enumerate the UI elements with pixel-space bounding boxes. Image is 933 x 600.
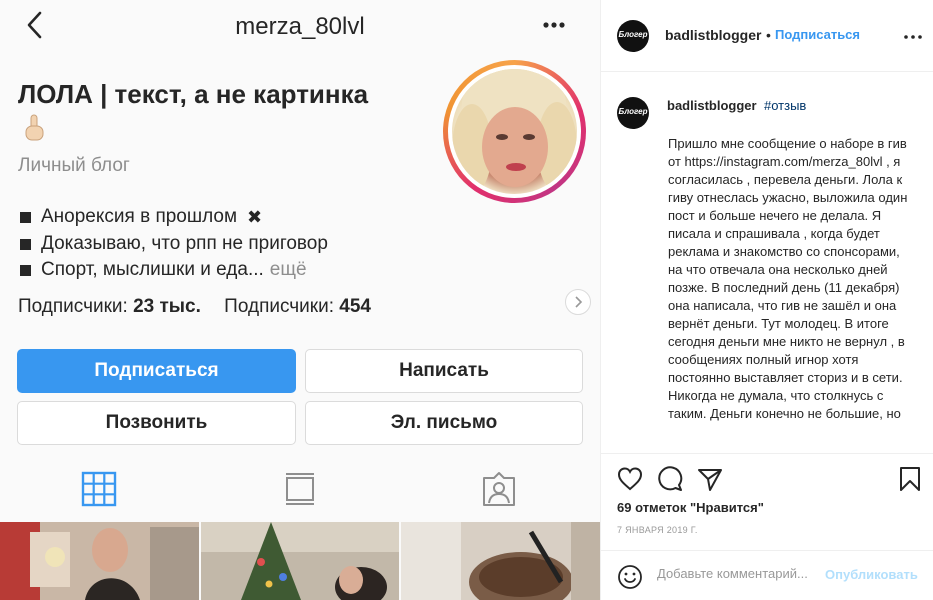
heart-icon[interactable]	[617, 466, 643, 492]
tagged-icon[interactable]	[481, 471, 517, 507]
bio-line: Спорт, мыслишки и еда... ещё	[20, 259, 307, 281]
likes-count[interactable]: 69 отметок "Нравится"	[617, 500, 764, 515]
following-count[interactable]: 454	[339, 296, 371, 317]
profile-category: Личный блог	[18, 155, 130, 176]
followers-count[interactable]: 23 тыс.	[133, 296, 201, 317]
grid-photo[interactable]	[201, 522, 399, 600]
grid-photo[interactable]	[401, 522, 600, 600]
author-avatar[interactable]: Блогер	[617, 20, 649, 52]
grid-icon[interactable]	[81, 471, 117, 507]
bookmark-icon[interactable]	[897, 466, 923, 492]
caption-hashtag[interactable]: #отзыв	[764, 98, 806, 113]
bio-line: Анорексия в прошлом ✖	[20, 206, 262, 228]
more-options-icon[interactable]	[903, 30, 923, 44]
profile-screenshot: merza_80lvl ЛОЛА | текст, а не картинка …	[0, 0, 600, 600]
bullet-square-icon	[20, 238, 31, 250]
post-date: 7 ЯНВАРЯ 2019 Г.	[617, 525, 698, 535]
profile-avatar[interactable]	[443, 60, 586, 203]
more-options-icon[interactable]	[541, 12, 567, 38]
profile-stats: Подписчики: 23 тыс. Подписчики: 454	[18, 296, 371, 318]
publish-button[interactable]: Опубликовать	[825, 567, 918, 582]
profile-username: merza_80lvl	[235, 13, 365, 40]
share-icon[interactable]	[697, 466, 723, 492]
comment-icon[interactable]	[657, 466, 683, 492]
comment-input[interactable]	[657, 566, 827, 581]
pointing-up-emoji-icon	[25, 114, 44, 141]
igtv-icon[interactable]	[282, 471, 318, 507]
emoji-smile-icon[interactable]	[617, 564, 643, 590]
profile-display-name: ЛОЛА | текст, а не картинка	[18, 79, 369, 109]
cross-mark-icon: ✖	[247, 206, 263, 227]
bio-text: Анорексия в прошлом	[41, 206, 238, 227]
message-button[interactable]: Написать	[305, 349, 583, 393]
post-header: Блогер badlistblogger • Подписаться	[601, 0, 933, 72]
avatar-photo	[452, 69, 577, 194]
caption-area: Блогер badlistblogger #отзыв Пришло мне …	[601, 73, 933, 453]
post-author[interactable]: badlistblogger	[665, 27, 761, 43]
bullet-square-icon	[20, 211, 31, 223]
grid-photo[interactable]	[0, 522, 199, 600]
suggestions-chevron-icon[interactable]	[565, 289, 591, 315]
bio-line: Доказываю, что рпп не приговор	[20, 233, 328, 255]
profile-topbar: merza_80lvl	[0, 0, 600, 52]
avatar-logo-text: Блогер	[618, 107, 648, 116]
subscribe-button[interactable]: Подписаться	[17, 349, 296, 393]
separator-dot: •	[766, 27, 771, 43]
caption-text: Пришло мне сообщение о наборе в гив от h…	[668, 136, 908, 421]
bio-more-link[interactable]: ещё	[270, 259, 307, 281]
bullet-square-icon	[20, 264, 31, 276]
avatar-logo-text: Блогер	[618, 30, 648, 39]
followers-label: Подписчики:	[18, 296, 128, 317]
follow-button[interactable]: Подписаться	[775, 27, 860, 42]
caption-username[interactable]: badlistblogger	[667, 98, 757, 113]
bio-text: Доказываю, что рпп не приговор	[41, 233, 328, 254]
following-label: Подписчики:	[224, 296, 334, 317]
post-panel: Блогер badlistblogger • Подписаться Блог…	[600, 0, 933, 600]
email-button[interactable]: Эл. письмо	[305, 401, 583, 445]
call-button[interactable]: Позвонить	[17, 401, 296, 445]
post-actions: 69 отметок "Нравится" 7 ЯНВАРЯ 2019 Г. О…	[601, 453, 933, 600]
caption-avatar[interactable]: Блогер	[617, 97, 649, 129]
add-comment-bar: Опубликовать	[601, 550, 933, 600]
bio-text: Спорт, мыслишки и еда...	[41, 259, 264, 280]
